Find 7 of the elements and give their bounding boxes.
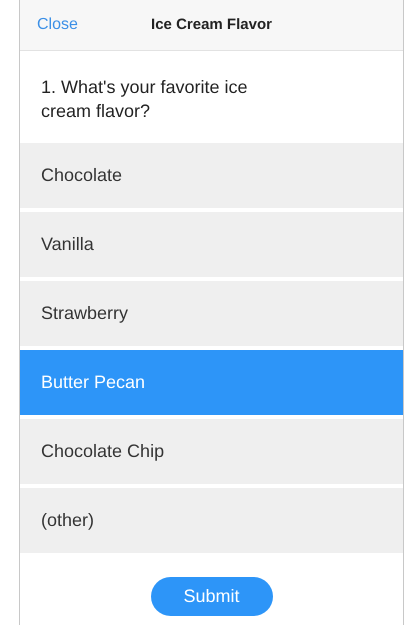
answer-option[interactable]: (other) bbox=[20, 488, 403, 553]
screen-title: Ice Cream Flavor bbox=[151, 14, 272, 35]
answer-option[interactable]: Vanilla bbox=[20, 212, 403, 277]
answer-option[interactable]: Strawberry bbox=[20, 281, 403, 346]
question-text: 1. What's your favorite ice cream flavor? bbox=[41, 76, 249, 123]
answer-option[interactable]: Chocolate Chip bbox=[20, 419, 403, 484]
answer-option[interactable]: Chocolate bbox=[20, 143, 403, 208]
